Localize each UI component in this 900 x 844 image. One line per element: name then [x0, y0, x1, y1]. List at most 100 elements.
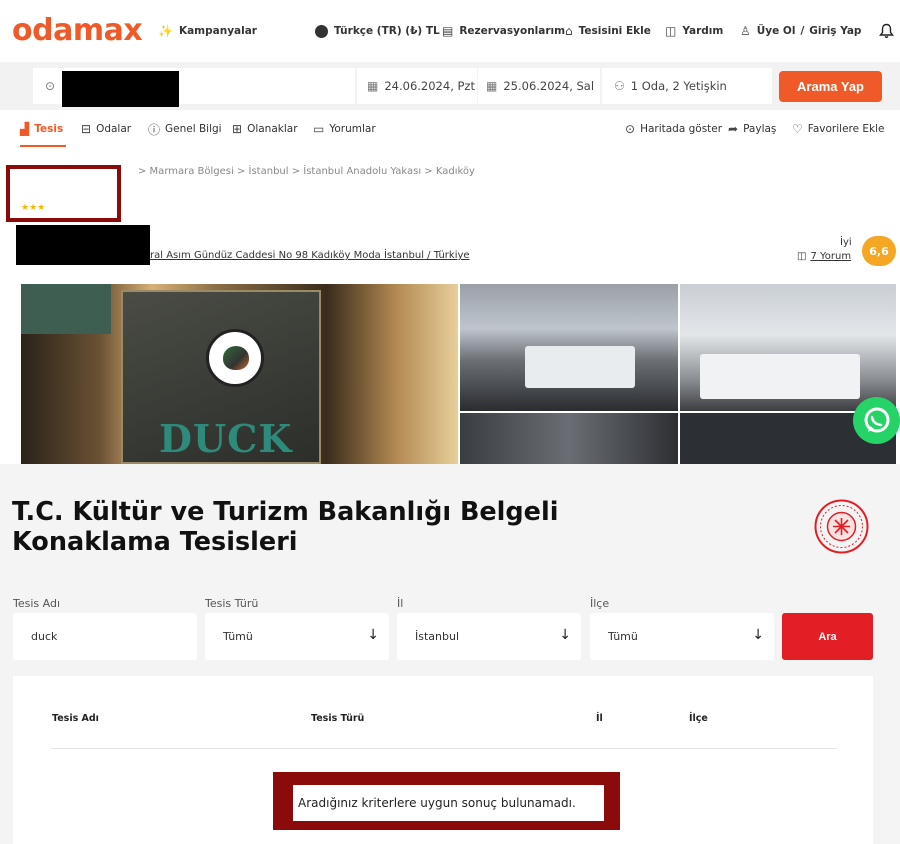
login-link[interactable]: Giriş Yap — [809, 25, 861, 37]
building-icon: ⌂ — [565, 24, 573, 38]
hotel-icon: ▟ — [20, 122, 30, 136]
hotel-tabs: ▟ Tesis ⊟ Odalar ⓘ Genel Bilgi ⊞ Olanakl… — [0, 110, 900, 148]
whatsapp-chat-button[interactable] — [853, 397, 900, 444]
redacted-hotel-name — [62, 71, 179, 107]
tab-reviews-label: Yorumlar — [329, 123, 376, 135]
arrow-down-icon: ↓ — [367, 627, 379, 643]
name-filter-input[interactable]: duck — [13, 613, 197, 660]
review-count: 7 Yorum — [810, 251, 852, 262]
tab-property[interactable]: ▟ Tesis — [20, 110, 63, 148]
campaigns-link[interactable]: ✨ Kampanyalar — [158, 0, 257, 62]
reservations-label: Rezervasyonlarım — [459, 25, 566, 37]
rating-label: İyi — [840, 237, 852, 248]
ministry-title: T.C. Kültür ve Turizm Bakanlığı Belgeli … — [12, 497, 572, 557]
arrow-down-icon: ↓ — [752, 627, 764, 643]
show-on-map-link[interactable]: ⊙ Haritada göster — [625, 110, 722, 148]
account-links: ♙ Üye Ol / Giriş Yap — [740, 0, 861, 62]
facilities-icon: ⊞ — [232, 122, 243, 136]
tab-property-label: Tesis — [34, 123, 64, 135]
city-filter-label: İl — [397, 597, 404, 610]
comment-icon: ◫ — [797, 251, 807, 262]
share-label: Paylaş — [743, 123, 777, 135]
name-filter-value: duck — [31, 630, 58, 643]
duck-sign-text: DUCK — [159, 416, 293, 461]
no-results-message: Aradığınız kriterlere uygun sonuç buluna… — [293, 785, 604, 821]
people-icon: ⚇ — [614, 79, 625, 93]
tab-facilities[interactable]: ⊞ Olanaklar — [232, 110, 298, 148]
comment-icon: ▭ — [313, 122, 325, 136]
tab-rooms[interactable]: ⊟ Odalar — [81, 110, 131, 148]
tab-rooms-label: Odalar — [96, 123, 132, 135]
arrow-down-icon: ↓ — [559, 627, 571, 643]
share-icon: ➦ — [728, 122, 739, 136]
guests-selector[interactable]: ⚇ 1 Oda, 2 Yetişkin — [602, 68, 772, 104]
hotel-address-link[interactable]: ral Asım Gündüz Caddesi No 98 Kadıköy Mo… — [150, 250, 470, 261]
help-link[interactable]: ◫ Yardım — [665, 0, 723, 62]
bed-shape — [525, 346, 635, 388]
tab-facilities-label: Olanaklar — [247, 123, 298, 135]
language-currency-selector[interactable]: Türkçe (TR) (₺) TL — [315, 0, 440, 62]
search-button[interactable]: Arama Yap — [779, 71, 882, 102]
district-filter-select[interactable]: Tümü ↓ — [590, 613, 774, 660]
add-property-label: Tesisini Ekle — [578, 25, 651, 37]
redacted-hotel-title — [16, 225, 150, 265]
tab-general-info[interactable]: ⓘ Genel Bilgi — [148, 110, 222, 148]
chat-icon: ◫ — [665, 24, 677, 38]
column-header-name: Tesis Adı — [52, 713, 99, 724]
awning — [21, 284, 111, 334]
guests-value: 1 Oda, 2 Yetişkin — [630, 79, 727, 93]
name-filter-label: Tesis Adı — [13, 597, 61, 610]
search-bar: ⊙ ▦ 24.06.2024, Pzt ▦ 25.06.2024, Sal ⚇ … — [0, 62, 900, 110]
city-filter-value: İstanbul — [415, 630, 460, 643]
add-property-link[interactable]: ⌂ Tesisini Ekle — [565, 0, 651, 62]
main-photo-duck-sign[interactable]: DUCK — [21, 284, 458, 464]
type-filter-select[interactable]: Tümü ↓ — [205, 613, 389, 660]
ministry-title-line1: T.C. Kültür ve Turizm Bakanlığı Belgeli — [12, 497, 559, 527]
ministry-title-line2: Konaklama Tesisleri — [12, 527, 298, 557]
ara-search-button[interactable]: Ara — [782, 613, 873, 660]
whatsapp-icon — [864, 407, 889, 432]
bed-icon: ⊟ — [81, 122, 92, 136]
hotel-star-rating: ★★★ — [21, 203, 46, 213]
bell-icon[interactable] — [879, 0, 894, 62]
room-photo-2[interactable] — [680, 284, 896, 411]
campaigns-label: Kampanyalar — [178, 25, 257, 37]
odamax-logo[interactable]: odamax — [12, 13, 143, 49]
bed-shape — [700, 354, 860, 399]
city-filter-select[interactable]: İstanbul ↓ — [397, 613, 581, 660]
breadcrumb[interactable]: > Marmara Bölgesi > İstanbul > İstanbul … — [138, 166, 475, 177]
column-header-type: Tesis Türü — [311, 713, 365, 724]
map-pin-icon: ⊙ — [625, 122, 636, 136]
calendar-icon: ▤ — [442, 24, 454, 38]
heart-icon: ♡ — [792, 122, 803, 136]
top-header: odamax ✨ Kampanyalar Türkçe (TR) (₺) TL … — [0, 0, 900, 62]
type-filter-value: Tümü — [223, 630, 253, 643]
info-icon: ⓘ — [148, 122, 161, 137]
tab-reviews[interactable]: ▭ Yorumlar — [313, 110, 376, 148]
column-header-city: İl — [596, 713, 603, 724]
district-filter-label: İlçe — [590, 597, 610, 610]
highlight-annotation-box — [6, 165, 121, 222]
flag-icon — [315, 24, 328, 38]
bathroom-photo[interactable] — [460, 413, 678, 464]
account-separator: / — [800, 25, 805, 37]
calendar-icon: ▦ — [367, 79, 379, 93]
tab-general-label: Genel Bilgi — [165, 123, 222, 135]
user-icon: ♙ — [740, 24, 751, 38]
district-filter-value: Tümü — [608, 630, 638, 643]
sparkle-icon: ✨ — [158, 24, 173, 38]
duck-logo-icon — [206, 329, 264, 387]
share-link[interactable]: ➦ Paylaş — [728, 110, 776, 148]
favorites-label: Favorilere Ekle — [807, 123, 885, 135]
active-tab-indicator — [20, 145, 66, 147]
signup-link[interactable]: Üye Ol — [757, 25, 796, 37]
reservations-link[interactable]: ▤ Rezervasyonlarım — [442, 0, 565, 62]
add-favorites-link[interactable]: ♡ Favorilere Ekle — [792, 110, 885, 148]
checkin-date[interactable]: ▦ 24.06.2024, Pzt — [357, 68, 477, 104]
review-count-link[interactable]: ◫ 7 Yorum — [797, 251, 851, 262]
checkin-value: 24.06.2024, Pzt — [384, 79, 475, 93]
column-header-district: İlçe — [689, 713, 708, 724]
room-photo-1[interactable] — [460, 284, 678, 411]
checkout-date[interactable]: ▦ 25.06.2024, Sal — [478, 68, 600, 104]
rating-score-badge: 6,6 — [862, 236, 896, 266]
